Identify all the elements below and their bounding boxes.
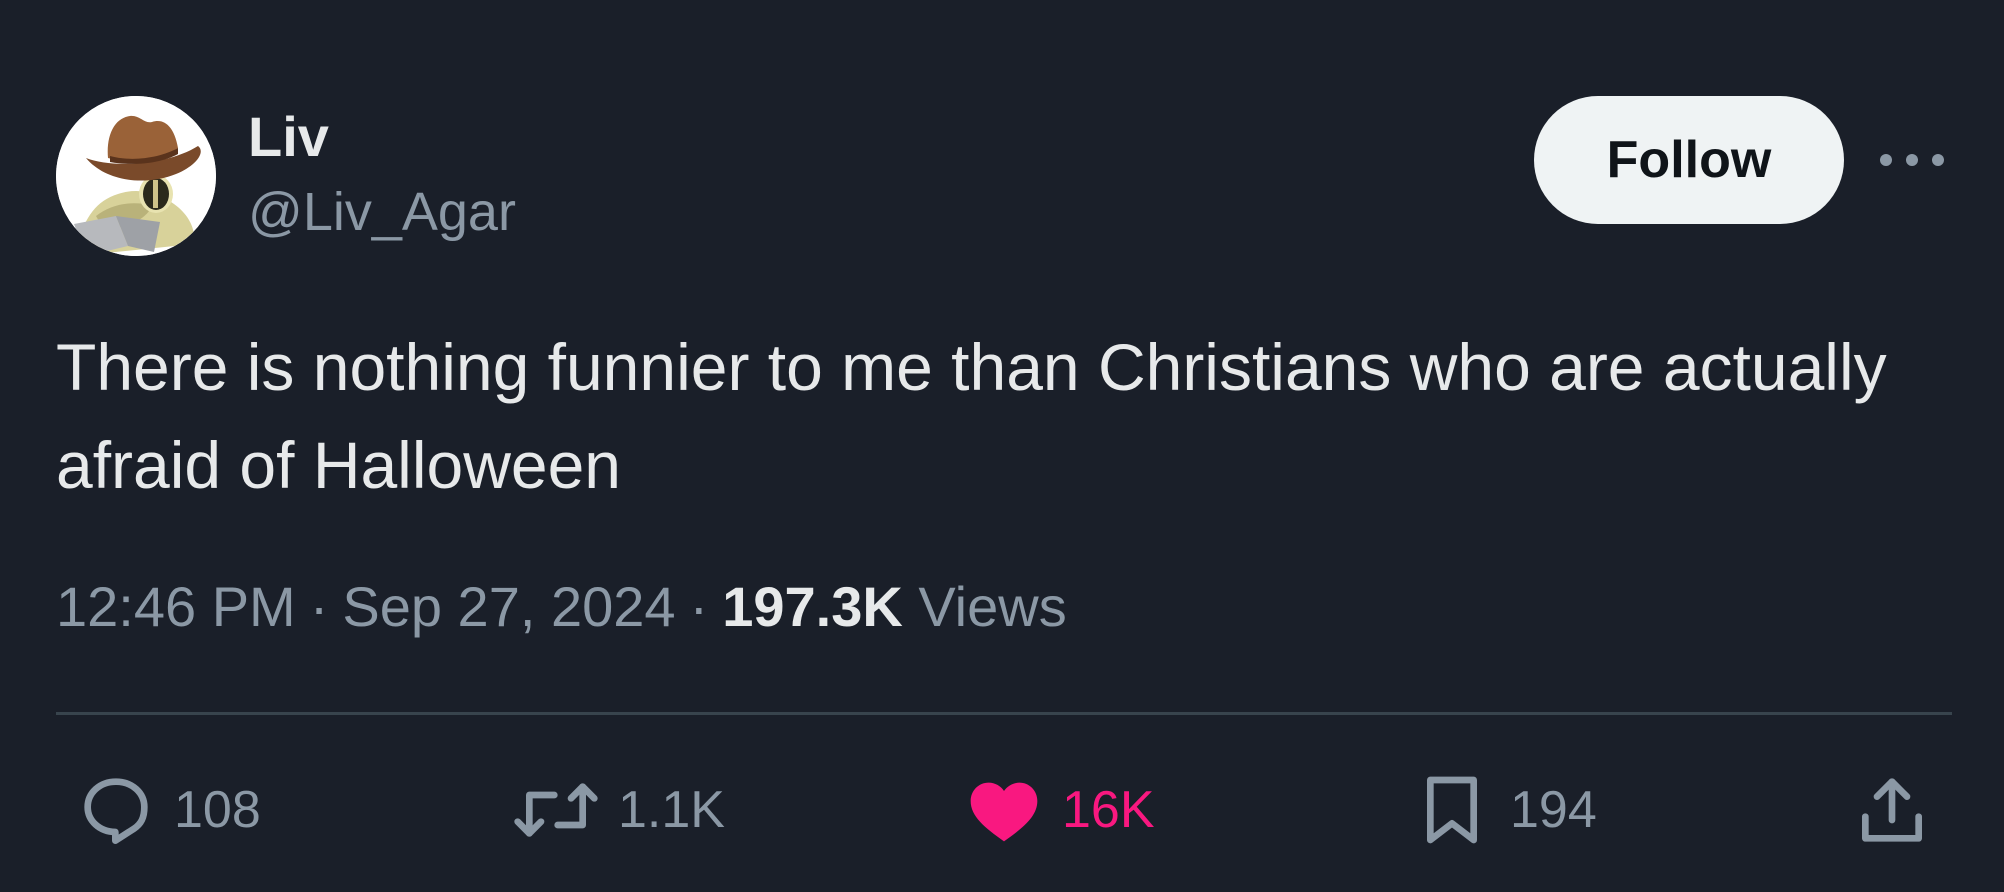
heart-icon xyxy=(970,782,1038,842)
repost-icon xyxy=(514,783,598,837)
bookmark-button[interactable]: 194 xyxy=(1412,770,1597,850)
like-button[interactable]: 16K xyxy=(964,770,1155,850)
tweet-time[interactable]: 12:46 PM xyxy=(56,575,296,638)
repost-button[interactable]: 1.1K xyxy=(512,770,725,850)
more-dot xyxy=(1880,154,1892,166)
more-dot xyxy=(1906,154,1918,166)
meta-separator: · xyxy=(309,575,329,638)
repost-count: 1.1K xyxy=(618,781,725,839)
views-count: 197.3K xyxy=(722,575,903,638)
tweet-metadata: 12:46 PM · Sep 27, 2024 · 197.3K Views xyxy=(56,572,1067,642)
reply-button[interactable]: 108 xyxy=(76,770,261,850)
divider xyxy=(56,712,1952,715)
tweet-text: There is nothing funnier to me than Chri… xyxy=(56,330,1887,502)
more-horizontal-icon[interactable] xyxy=(1880,136,1944,184)
reply-count: 108 xyxy=(174,781,261,839)
share-icon xyxy=(1862,778,1922,842)
author-display-name[interactable]: Liv xyxy=(248,104,329,170)
follow-button[interactable]: Follow xyxy=(1534,96,1844,224)
author-handle[interactable]: @Liv_Agar xyxy=(248,180,516,244)
reply-icon xyxy=(84,778,148,844)
bookmark-count: 194 xyxy=(1510,781,1597,839)
bookmark-icon xyxy=(1427,776,1477,844)
like-count: 16K xyxy=(1062,781,1155,839)
more-dot xyxy=(1932,154,1944,166)
meta-separator: · xyxy=(689,575,709,638)
cowboy-hat-gecko-avatar-icon xyxy=(56,96,216,256)
views-label: Views xyxy=(918,575,1067,638)
tweet-date[interactable]: Sep 27, 2024 xyxy=(342,575,675,638)
avatar[interactable] xyxy=(56,96,216,256)
share-button[interactable] xyxy=(1852,770,1932,850)
tweet-card: Liv @Liv_Agar Follow There is nothing fu… xyxy=(0,0,2004,892)
